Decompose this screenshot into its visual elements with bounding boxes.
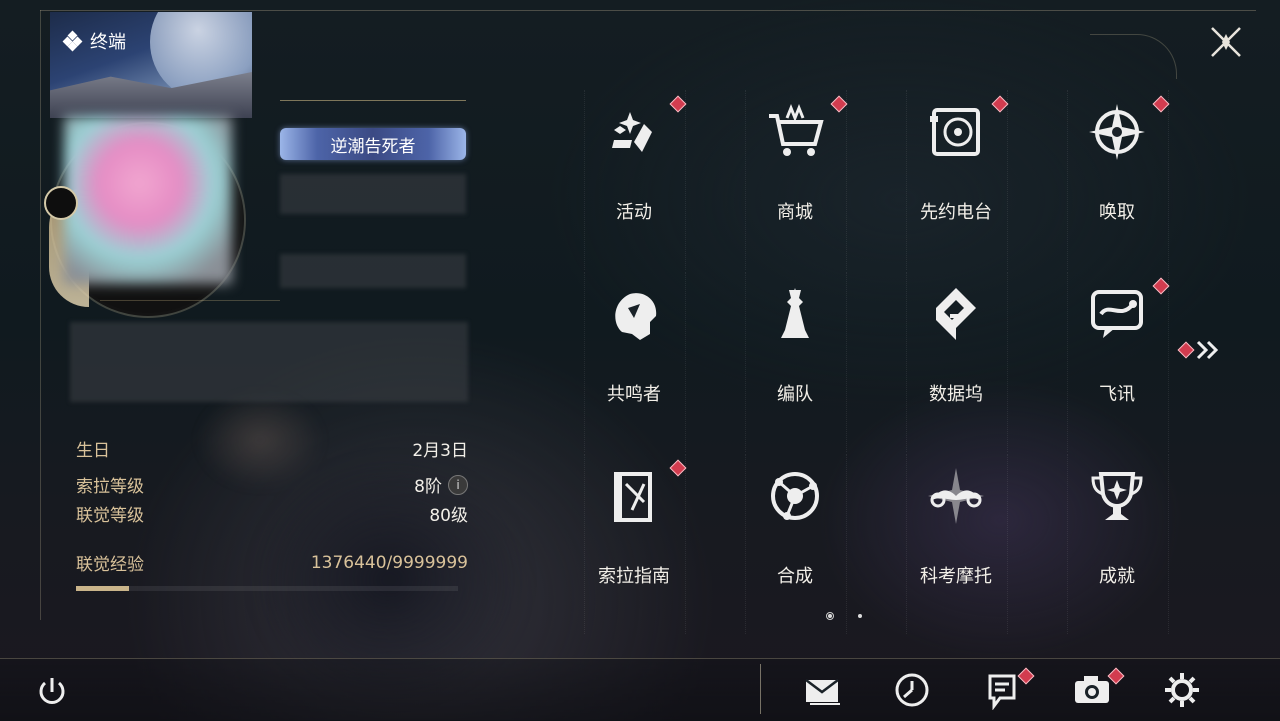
notice-icon: [988, 674, 1016, 711]
motorcycle-icon: [926, 466, 986, 526]
name-badge-label: 逆潮告死者: [330, 136, 416, 157]
menu-grid: 活动 商城 先约电台 唤取 共鸣者 编队 数据坞 飞讯 索拉指南 合成 科考摩托…: [554, 90, 1198, 634]
menu-item-summon[interactable]: 唤取: [1037, 90, 1197, 270]
union-exp-fill: [76, 586, 129, 591]
camera-icon: [1075, 676, 1109, 703]
camera-button[interactable]: [1072, 667, 1125, 710]
menu-item-label: 科考摩托: [920, 566, 992, 587]
notification-badge: [1177, 341, 1195, 359]
union-exp-value: 1376440/9999999: [310, 552, 468, 573]
menu-item-label: 成就: [1099, 566, 1135, 587]
settings-gear-icon: [1165, 673, 1199, 707]
union-level-value: 80级: [429, 506, 468, 526]
menu-item-label: 活动: [616, 202, 652, 223]
menu-item-shop[interactable]: 商城: [715, 90, 875, 270]
menu-item-label: 合成: [777, 566, 813, 587]
trophy-icon: [1087, 466, 1147, 526]
close-x-icon: [1211, 27, 1241, 57]
union-exp-label: 联觉经验: [76, 555, 144, 575]
avatar[interactable]: [64, 116, 232, 284]
birthday-row: 生日 2月3日: [76, 436, 468, 461]
page-indicator: [826, 612, 862, 620]
resonator-head-icon: [604, 284, 664, 344]
mail-icon: [805, 679, 840, 705]
settings-button[interactable]: [1162, 670, 1202, 710]
menu-item-label: 商城: [777, 202, 813, 223]
menu-item-label: 唤取: [1099, 202, 1135, 223]
clock-button[interactable]: [892, 670, 932, 710]
data-dock-icon: [926, 284, 986, 344]
next-page-button[interactable]: [1177, 340, 1224, 360]
shop-cart-icon: [765, 102, 825, 162]
frame-line: [40, 10, 1256, 11]
sola-level-label: 索拉等级: [76, 477, 144, 497]
signature-blurred[interactable]: [70, 322, 468, 402]
player-name-blurred: [280, 174, 466, 214]
player-id-blurred: [280, 254, 466, 288]
name-badge[interactable]: 逆潮告死者: [280, 128, 466, 160]
menu-item-achievements[interactable]: 成就: [1037, 454, 1197, 634]
frame-line: [40, 10, 41, 620]
menu-item-messages[interactable]: 飞讯: [1037, 272, 1197, 452]
team-chess-icon: [765, 284, 825, 344]
union-exp-bar: [76, 586, 458, 591]
double-chevron-right-icon: [1196, 340, 1219, 360]
radio-icon: [926, 102, 986, 162]
page-dot[interactable]: [858, 614, 862, 618]
union-exp-row: 联觉经验 1376440/9999999: [76, 550, 468, 576]
birthday-label: 生日: [76, 441, 110, 461]
avatar-edit-dot: [44, 186, 78, 220]
menu-item-radio[interactable]: 先约电台: [876, 90, 1036, 270]
page-title: 终端: [90, 32, 126, 53]
menu-item-team[interactable]: 编队: [715, 272, 875, 452]
sola-level-row: 索拉等级 8阶 i: [76, 472, 468, 497]
menu-item-activity[interactable]: 活动: [554, 90, 714, 270]
page-dot-active[interactable]: [826, 612, 834, 620]
guide-book-icon: [604, 466, 664, 526]
sola-level-value: 8阶: [414, 477, 442, 497]
summon-compass-icon: [1087, 102, 1147, 162]
menu-item-data-dock[interactable]: 数据坞: [876, 272, 1036, 452]
power-icon: [39, 678, 65, 704]
synthesis-icon: [765, 466, 825, 526]
title-card: 终端: [50, 12, 252, 118]
menu-item-guide[interactable]: 索拉指南: [554, 454, 714, 634]
menu-item-label: 数据坞: [929, 384, 983, 405]
mail-button[interactable]: [802, 670, 842, 710]
divider: [280, 100, 466, 101]
clock-icon: [895, 673, 929, 707]
message-icon: [1087, 284, 1147, 344]
close-button[interactable]: [1206, 22, 1246, 62]
menu-item-resonators[interactable]: 共鸣者: [554, 272, 714, 452]
menu-item-motorcycle[interactable]: 科考摩托: [876, 454, 1036, 634]
menu-item-label: 飞讯: [1099, 384, 1135, 405]
diamond-cluster-icon: [62, 30, 83, 52]
menu-item-label: 共鸣者: [607, 384, 661, 405]
notice-button[interactable]: [982, 667, 1035, 711]
union-level-label: 联觉等级: [76, 506, 144, 526]
birthday-value: 2月3日: [412, 441, 468, 461]
menu-item-synthesis[interactable]: 合成: [715, 454, 875, 634]
menu-item-label: 编队: [777, 384, 813, 405]
divider: [100, 300, 280, 301]
menu-item-label: 先约电台: [920, 202, 992, 223]
power-button[interactable]: [34, 674, 70, 710]
union-level-row: 联觉等级 80级: [76, 501, 468, 526]
divider: [760, 664, 761, 714]
profile-panel: 终端 逆潮告死者 生日 2月3日 索拉等级 8阶 i 联觉等级 80级 联觉经验…: [44, 12, 470, 632]
info-icon[interactable]: i: [448, 474, 468, 495]
activity-sparkle-icon: [604, 102, 664, 162]
frame-corner: [1090, 34, 1177, 79]
menu-item-label: 索拉指南: [598, 566, 670, 587]
